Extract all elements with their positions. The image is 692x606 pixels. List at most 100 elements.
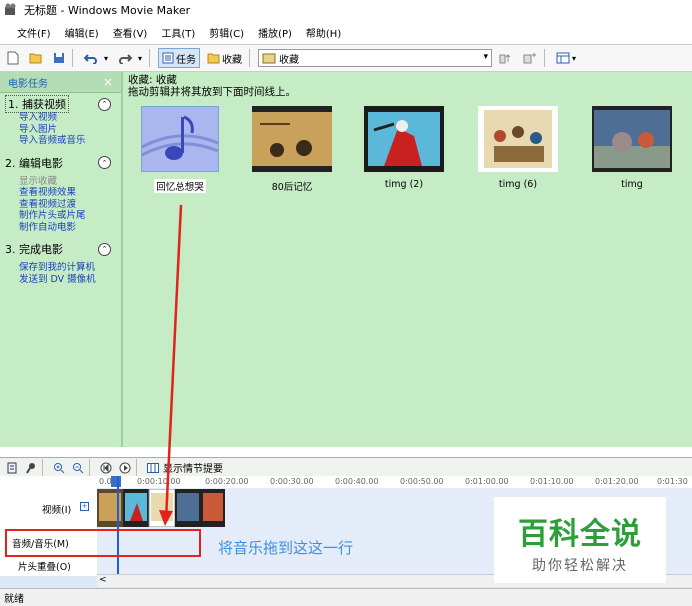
movie-tasks-panel: 电影任务 × 1. 捕获视频 ⌃ 导入视频 导入图片 导入音频或音乐 2. 编辑… xyxy=(0,72,123,447)
menu-play[interactable]: 播放(P) xyxy=(251,25,299,40)
playhead-line xyxy=(117,476,119,574)
menu-view[interactable]: 查看(V) xyxy=(106,25,155,40)
collections-button[interactable]: 收藏 xyxy=(204,48,245,68)
collection-combo-value: 收藏 xyxy=(279,54,300,66)
clip-label: 80后记忆 xyxy=(271,182,313,193)
up-level-icon[interactable] xyxy=(496,48,516,68)
clip-item[interactable]: timg xyxy=(589,106,675,190)
ruler-tick-label: 0:00:50.00 xyxy=(400,477,444,486)
new-collection-icon[interactable] xyxy=(520,48,540,68)
section-edit-header[interactable]: 2. 编辑电影 ⌃ xyxy=(0,155,121,171)
folder-icon xyxy=(207,53,220,63)
storyboard-icon[interactable] xyxy=(146,461,160,475)
close-icon[interactable]: × xyxy=(103,75,113,89)
redo-icon[interactable] xyxy=(115,48,135,68)
tasks-button[interactable]: 任务 xyxy=(158,48,201,68)
link-import-picture[interactable]: 导入图片 xyxy=(0,124,121,136)
toolbar-separator xyxy=(149,49,151,67)
zoom-in-icon[interactable] xyxy=(52,461,66,475)
ruler-tick-label: 0:01:20.00 xyxy=(595,477,639,486)
panel-header: 电影任务 × xyxy=(0,72,121,93)
section-edit-title: 2. 编辑电影 xyxy=(5,156,63,170)
collection-combo[interactable]: 收藏 ▾ xyxy=(258,49,493,67)
video-thumbnail xyxy=(252,106,332,172)
tasks-label: 任务 xyxy=(176,54,197,66)
section-capture-header[interactable]: 1. 捕获视频 ⌃ xyxy=(0,95,121,113)
redo-dropdown-icon[interactable]: ▾ xyxy=(135,48,145,68)
toolbar-separator xyxy=(89,458,90,477)
link-make-titles[interactable]: 制作片头或片尾 xyxy=(0,210,121,222)
save-project-icon[interactable] xyxy=(50,48,68,68)
expand-icon[interactable]: + xyxy=(80,502,89,511)
chevron-up-icon[interactable]: ⌃ xyxy=(98,97,111,111)
playhead-marker[interactable] xyxy=(111,476,121,487)
menu-file[interactable]: 文件(F) xyxy=(10,25,58,40)
watermark-title: 百科全说 xyxy=(518,517,642,552)
toolbar-separator xyxy=(72,49,73,67)
set-audio-levels-icon[interactable] xyxy=(5,461,19,475)
menu-tools[interactable]: 工具(T) xyxy=(154,25,202,40)
toolbar: ▾ ▾ 任务 收藏 收藏 ▾ ▾ xyxy=(0,44,692,72)
open-project-icon[interactable] xyxy=(26,48,46,68)
video-thumbnail xyxy=(364,106,444,172)
menu-edit[interactable]: 编辑(E) xyxy=(58,25,106,40)
link-view-transitions[interactable]: 查看视频过渡 xyxy=(0,199,121,211)
window-title: 无标题 - Windows Movie Maker xyxy=(24,4,191,17)
status-bar: 就绪 xyxy=(0,588,692,606)
section-finish-title: 3. 完成电影 xyxy=(5,243,63,256)
link-import-audio[interactable]: 导入音频或音乐 xyxy=(0,135,121,147)
zoom-out-icon[interactable] xyxy=(71,461,85,475)
link-save-to-computer[interactable]: 保存到我的计算机 xyxy=(0,262,121,274)
link-view-effects[interactable]: 查看视频效果 xyxy=(0,187,121,199)
video-thumbnail xyxy=(592,106,672,172)
clip-item[interactable]: timg (6) xyxy=(475,106,561,190)
collection-title: 收藏: 收藏 xyxy=(128,74,177,86)
play-icon[interactable] xyxy=(118,461,132,475)
clip-item[interactable]: timg (2) xyxy=(361,106,447,190)
chevron-down-icon[interactable]: ▾ xyxy=(484,52,489,62)
music-note-icon xyxy=(141,106,219,172)
link-show-collections[interactable]: 显示收藏 xyxy=(0,176,121,188)
title-track-label: 片头重叠(O) xyxy=(18,562,71,573)
timeline-toolbar: 显示情节提要 xyxy=(0,457,692,477)
views-icon[interactable]: ▾ xyxy=(553,48,579,68)
ruler-tick-label: 0:01:10.00 xyxy=(530,477,574,486)
clip-item[interactable]: 回忆总想哭 xyxy=(139,106,221,193)
movie-maker-icon xyxy=(5,3,16,15)
chevron-up-icon[interactable]: ⌃ xyxy=(98,156,111,169)
collections-label: 收藏 xyxy=(222,54,243,66)
annotation-text: 将音乐拖到这这一行 xyxy=(218,539,354,557)
collection-heading: 收藏: 收藏 拖动剪辑并将其放到下面时间线上。 xyxy=(123,72,692,100)
tasks-icon xyxy=(162,52,174,64)
narrate-icon[interactable] xyxy=(24,461,38,475)
clip-label: 回忆总想哭 xyxy=(154,179,206,193)
watermark-subtitle: 助你轻松解决 xyxy=(532,558,628,574)
ruler-tick-label: 0:00:10.00 xyxy=(137,477,181,486)
undo-dropdown-icon[interactable]: ▾ xyxy=(101,48,111,68)
show-storyboard-button[interactable]: 显示情节提要 xyxy=(163,460,223,475)
menu-clip[interactable]: 剪辑(C) xyxy=(202,25,251,40)
menu-bar: 文件(F) 编辑(E) 查看(V) 工具(T) 剪辑(C) 播放(P) 帮助(H… xyxy=(0,22,692,42)
ruler-tick-label: 0:01:30 xyxy=(657,477,688,486)
status-text: 就绪 xyxy=(4,594,24,605)
link-auto-movie[interactable]: 制作自动电影 xyxy=(0,222,121,234)
ruler-tick-label: 0:01:00.00 xyxy=(465,477,509,486)
collection-hint: 拖动剪辑并将其放到下面时间线上。 xyxy=(128,86,296,98)
toolbar-separator xyxy=(136,458,137,477)
toolbar-separator xyxy=(544,49,546,67)
scroll-left-icon[interactable]: < xyxy=(99,575,107,585)
audio-track-highlight xyxy=(5,529,201,557)
section-capture-title: 1. 捕获视频 xyxy=(5,95,69,113)
menu-help[interactable]: 帮助(H) xyxy=(299,25,348,40)
video-track-label: 视频(I) xyxy=(42,505,72,516)
link-import-video[interactable]: 导入视频 xyxy=(0,112,121,124)
video-thumbnail xyxy=(478,106,558,172)
clip-item[interactable]: 80后记忆 xyxy=(249,106,335,193)
ruler-tick-label: 0:00:40.00 xyxy=(335,477,379,486)
new-project-icon[interactable] xyxy=(4,48,22,68)
undo-icon[interactable] xyxy=(81,48,101,68)
section-finish-header[interactable]: 3. 完成电影 ⌃ xyxy=(0,241,121,257)
rewind-icon[interactable] xyxy=(99,461,113,475)
chevron-up-icon[interactable]: ⌃ xyxy=(98,242,111,256)
link-send-to-dv[interactable]: 发送到 DV 摄像机 xyxy=(0,274,121,286)
